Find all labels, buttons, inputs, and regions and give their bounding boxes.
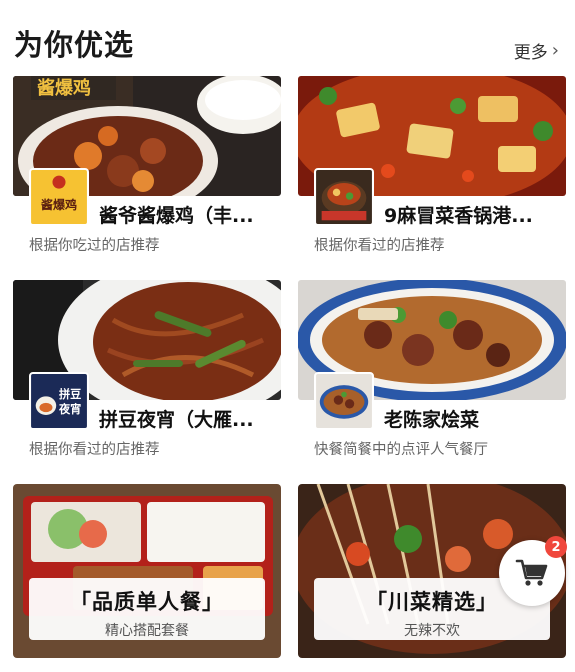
- section-title: 为你优选: [14, 28, 135, 62]
- promo-label: 「品质单人餐」 精心搭配套餐: [29, 578, 265, 640]
- svg-text:拼豆: 拼豆: [59, 387, 81, 401]
- section-header: 为你优选 更多 ›: [14, 22, 561, 66]
- recommend-reason: 根据你看过的店推荐: [29, 442, 160, 458]
- promo-card-single-meal[interactable]: 「品质单人餐」 精心搭配套餐: [13, 484, 281, 658]
- cart-button[interactable]: 2: [499, 536, 567, 606]
- promo-subtitle: 精心搭配套餐: [105, 623, 189, 639]
- cart-badge: 2: [545, 536, 567, 558]
- more-link[interactable]: 更多 ›: [514, 38, 559, 63]
- restaurant-logo: 拼豆 夜宵: [29, 372, 89, 430]
- cart-icon: [515, 559, 548, 586]
- recommend-reason: 快餐简餐中的点评人气餐厅: [314, 442, 488, 458]
- chevron-right-icon: ›: [551, 40, 559, 61]
- restaurant-logo: 酱爆鸡: [29, 168, 89, 226]
- restaurant-name[interactable]: 酱爷酱爆鸡（丰...: [99, 201, 281, 228]
- svg-text:酱爆鸡: 酱爆鸡: [37, 77, 91, 98]
- restaurant-name[interactable]: 9麻冒菜香锅港...: [384, 201, 566, 228]
- promo-subtitle: 无辣不欢: [404, 623, 460, 639]
- restaurant-name[interactable]: 老陈家烩菜: [384, 405, 566, 432]
- svg-text:夜宵: 夜宵: [58, 402, 81, 416]
- recommend-reason: 根据你看过的店推荐: [314, 238, 445, 254]
- restaurant-logo: [314, 168, 374, 226]
- more-label: 更多: [513, 43, 548, 63]
- svg-text:酱爆鸡: 酱爆鸡: [41, 197, 77, 212]
- recommend-reason: 根据你吃过的店推荐: [29, 238, 160, 254]
- restaurant-name[interactable]: 拼豆夜宵（大雁...: [99, 405, 281, 432]
- promo-title: 「品质单人餐」: [70, 590, 224, 614]
- restaurant-logo: [314, 372, 374, 430]
